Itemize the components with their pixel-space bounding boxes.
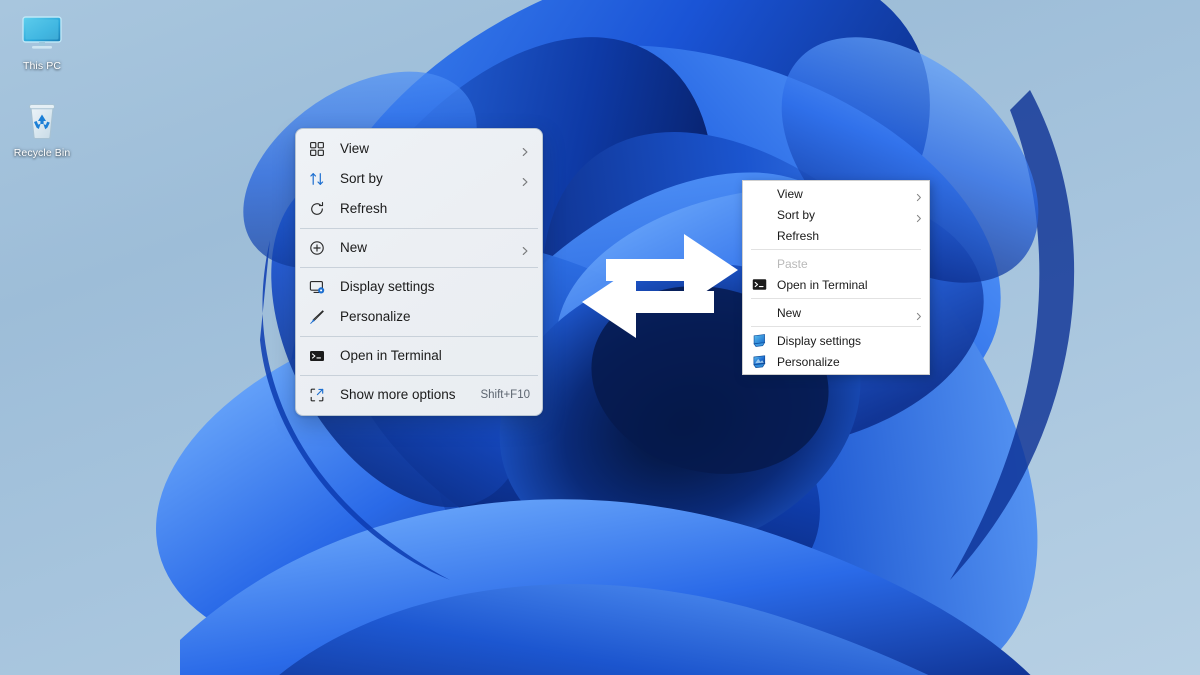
empty-icon-slot [751,228,767,244]
grid-view-icon [308,140,326,158]
personalize-color-icon [751,354,767,370]
wallpaper-bloom-graphic [150,0,1090,675]
menu-item-label: Open in Terminal [777,277,868,292]
menu-item-label: Open in Terminal [340,348,442,364]
menu-item-label: Personalize [777,354,840,369]
menu-item-label: New [340,240,368,256]
menu-item-refresh[interactable]: Refresh [300,194,538,224]
menu-item-new[interactable]: New [300,233,538,263]
menu-item-personalize[interactable]: Personalize [300,302,538,332]
empty-icon-slot [751,207,767,223]
plus-circle-icon [308,239,326,257]
menu-separator [751,326,921,327]
classic-menu-item-open-in-terminal[interactable]: Open in Terminal [743,274,929,295]
chevron-right-icon [915,210,923,223]
menu-item-label: Display settings [777,333,862,348]
menu-item-label: Paste [777,256,808,271]
classic-menu-item-new[interactable]: New [743,302,929,323]
swap-arrows-overlay [552,212,768,364]
classic-menu-item-sort-by[interactable]: Sort by [743,204,929,225]
chevron-right-icon [915,189,923,202]
menu-item-accelerator: Shift+F10 [480,389,530,401]
show-more-options-icon [308,386,326,404]
paintbrush-icon [308,308,326,326]
menu-item-display-settings[interactable]: Display settings [300,272,538,302]
classic-context-menu[interactable]: View Sort by Refresh Paste Open in Termi… [742,180,930,375]
empty-icon-slot [751,305,767,321]
desktop[interactable]: This PC Recycle Bin View Sort by Refresh… [0,0,1200,675]
menu-separator [751,298,921,299]
desktop-icon-label: This PC [22,60,62,72]
classic-menu-item-personalize[interactable]: Personalize [743,351,929,372]
desktop-icon-this-pc[interactable]: This PC [6,10,78,72]
menu-item-label: Sort by [777,207,816,222]
classic-menu-item-view[interactable]: View [743,183,929,204]
menu-separator [300,228,538,229]
monitor-icon [18,10,66,56]
menu-item-sort-by[interactable]: Sort by [300,164,538,194]
desktop-icon-label: Recycle Bin [13,147,71,159]
menu-separator [751,249,921,250]
menu-item-label: View [777,186,803,201]
menu-item-label: Sort by [340,171,383,187]
chevron-right-icon [915,308,923,321]
menu-separator [300,336,538,337]
chevron-right-icon [520,243,530,255]
refresh-icon [308,200,326,218]
classic-menu-item-display-settings[interactable]: Display settings [743,330,929,351]
sort-arrows-icon [308,170,326,188]
menu-separator [300,375,538,376]
menu-item-show-more-options[interactable]: Show more options Shift+F10 [300,380,538,410]
menu-item-label: Refresh [340,201,388,217]
terminal-icon [308,347,326,365]
desktop-icon-recycle-bin[interactable]: Recycle Bin [6,97,78,159]
empty-icon-slot [751,256,767,272]
recycle-bin-icon [18,97,66,143]
classic-menu-item-refresh[interactable]: Refresh [743,225,929,246]
menu-item-label: Show more options [340,387,456,403]
menu-item-label: New [777,305,802,320]
menu-item-label: Refresh [777,228,820,243]
display-settings-color-icon [751,333,767,349]
win11-context-menu[interactable]: View Sort by Refresh New Display setting… [295,128,543,416]
menu-item-view[interactable]: View [300,134,538,164]
menu-separator [300,267,538,268]
arrow-right-white [606,230,738,306]
menu-item-label: Personalize [340,309,411,325]
empty-icon-slot [751,186,767,202]
arrow-left-white [582,262,714,338]
display-settings-icon [308,278,326,296]
chevron-right-icon [520,144,530,156]
chevron-right-icon [520,174,530,186]
menu-item-open-in-terminal[interactable]: Open in Terminal [300,341,538,371]
classic-menu-item-paste: Paste [743,253,929,274]
terminal-icon [751,277,767,293]
menu-item-label: View [340,141,370,157]
menu-item-label: Display settings [340,279,435,295]
